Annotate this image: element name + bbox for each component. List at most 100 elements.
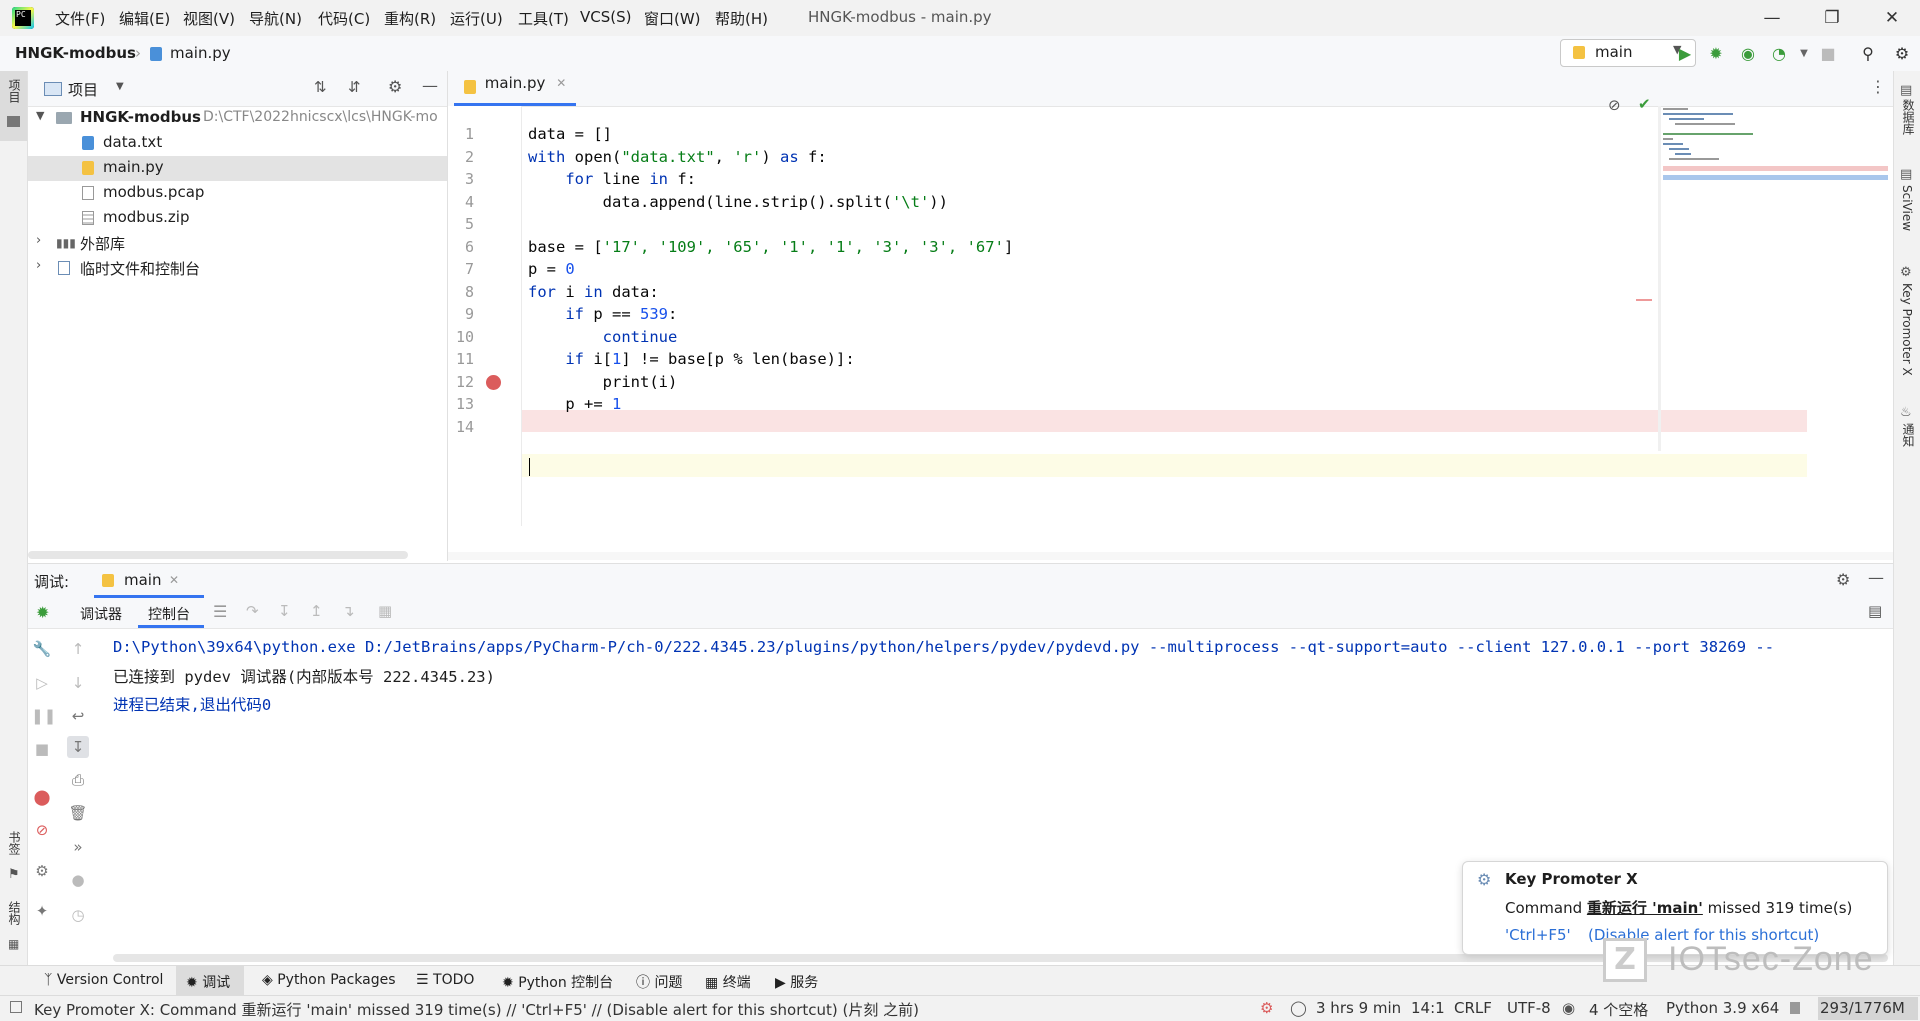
stop-icon[interactable]: ■ <box>31 738 53 760</box>
debug-tab-main[interactable]: main ✕ <box>94 564 204 598</box>
gear-icon[interactable]: ⚙ <box>388 77 402 96</box>
tree-item-external-libraries[interactable]: › ▮▮▮ 外部库 <box>28 231 447 256</box>
scroll-to-end-icon[interactable]: ↧ <box>67 736 89 758</box>
step-out-icon[interactable]: ↥ <box>310 602 323 620</box>
python-console-icon[interactable]: ● <box>67 869 89 891</box>
status-line-separator[interactable]: CRLF <box>1454 999 1492 1017</box>
gear-icon[interactable]: ⚙ <box>31 860 53 882</box>
down-arrow-icon[interactable]: ↓ <box>67 672 89 694</box>
menu-edit[interactable]: 编辑(E) <box>119 8 170 29</box>
expand-all-icon[interactable]: ⇅ <box>314 78 327 96</box>
database-stripe-button[interactable]: 数据库 <box>1900 99 1917 135</box>
code-minimap[interactable] <box>1663 106 1888 226</box>
error-stripe-mark[interactable] <box>1636 299 1652 301</box>
close-tab-icon[interactable]: ✕ <box>169 573 179 587</box>
menu-refactor[interactable]: 重构(R) <box>384 8 436 29</box>
menu-view[interactable]: 视图(V) <box>183 8 235 29</box>
code-line-1[interactable]: data = [] <box>528 125 612 143</box>
check-circle-icon[interactable]: ◯ <box>1290 999 1307 1017</box>
tool-todo[interactable]: ☰ TODO <box>416 972 474 988</box>
menu-help[interactable]: 帮助(H) <box>715 8 768 29</box>
hide-panel-icon[interactable]: — <box>422 76 438 95</box>
step-over-icon[interactable]: ↷ <box>246 602 259 620</box>
code-line-8[interactable]: for i in data: <box>528 283 659 301</box>
status-message[interactable]: Key Promoter X: Command 重新运行 'main' miss… <box>34 999 919 1020</box>
horizontal-scrollbar[interactable] <box>28 551 408 559</box>
print-icon[interactable]: ⎙ <box>67 769 89 791</box>
pin-icon[interactable]: ✦ <box>31 900 53 922</box>
tool-problems[interactable]: ⓘ 问题 <box>636 972 682 992</box>
wrench-icon[interactable]: 🔧 <box>31 638 53 660</box>
menu-tools[interactable]: 工具(T) <box>518 8 569 29</box>
run-to-cursor-icon[interactable]: ↴ <box>342 602 355 620</box>
chevron-down-icon[interactable]: ▼ <box>1794 44 1814 64</box>
coverage-icon[interactable]: ◉ <box>1738 44 1758 64</box>
code-line-10[interactable]: continue <box>528 328 678 346</box>
tool-python-packages[interactable]: ◈ Python Packages <box>262 972 396 988</box>
inspection-ok-icon[interactable]: ✔ <box>1638 95 1651 113</box>
editor-scrollbar[interactable] <box>1658 106 1661 451</box>
status-encoding[interactable]: UTF-8 <box>1507 999 1551 1017</box>
project-stripe-button[interactable]: 项目 <box>0 71 27 141</box>
bookmarks-stripe-button[interactable]: 书签 ⚑ <box>0 831 27 891</box>
menu-code[interactable]: 代码(C) <box>318 8 370 29</box>
tool-version-control[interactable]: ᛉ Version Control <box>44 972 163 988</box>
tree-item-modbus-pcap[interactable]: modbus.pcap <box>28 181 447 206</box>
code-line-4[interactable]: data.append(line.strip().split('\t')) <box>528 193 948 211</box>
breakpoint-icon[interactable] <box>486 375 501 390</box>
tree-item-modbus-zip[interactable]: modbus.zip <box>28 206 447 231</box>
tool-debug[interactable]: ✹ 调试 <box>176 966 244 996</box>
notifications-stripe-button[interactable]: 通知 <box>1900 423 1917 447</box>
status-interpreter[interactable]: Python 3.9 x64 <box>1666 999 1779 1017</box>
hide-panel-icon[interactable]: — <box>1868 568 1884 587</box>
tab-debugger[interactable]: 调试器 <box>80 604 122 624</box>
gear-icon[interactable]: ⚙ <box>1892 44 1912 64</box>
fast-forward-icon[interactable]: » <box>67 836 89 858</box>
tree-item-data-txt[interactable]: data.txt <box>28 131 447 156</box>
chevron-down-icon[interactable]: ▼ <box>116 81 124 92</box>
minimize-icon[interactable]: — <box>1752 4 1792 32</box>
code-line-6[interactable]: base = ['17', '109', '65', '1', '1', '3'… <box>528 238 1013 256</box>
menu-vcs[interactable]: VCS(S) <box>580 8 631 26</box>
code-line-9[interactable]: if p == 539: <box>528 305 677 323</box>
status-toggle-icon[interactable] <box>10 1001 22 1013</box>
breadcrumb-file[interactable]: main.py <box>170 44 231 62</box>
trash-icon[interactable]: 🗑 <box>67 802 89 824</box>
evaluate-icon[interactable]: ▦ <box>378 602 392 620</box>
status-position[interactable]: 14:1 <box>1411 999 1445 1017</box>
close-icon[interactable]: ✕ <box>1872 4 1912 32</box>
list-icon[interactable]: ☰ <box>213 602 227 621</box>
lock-icon[interactable] <box>1790 1002 1800 1014</box>
menu-navigate[interactable]: 导航(N) <box>249 8 302 29</box>
sciview-stripe-button[interactable]: SciView <box>1900 185 1914 231</box>
more-options-icon[interactable]: ⋮ <box>1870 77 1886 96</box>
status-indent[interactable]: 4 个空格 <box>1589 999 1648 1020</box>
eye-icon[interactable]: ◉ <box>1562 999 1575 1017</box>
restore-icon[interactable]: ❐ <box>1812 4 1852 32</box>
reader-mode-icon[interactable]: ⊘ <box>1608 96 1621 114</box>
tab-console[interactable]: 控制台 <box>138 598 204 628</box>
close-tab-icon[interactable]: ✕ <box>556 76 566 90</box>
chevron-down-icon[interactable]: ▼ <box>36 109 44 122</box>
stop-icon[interactable]: ■ <box>1818 44 1838 64</box>
step-into-icon[interactable]: ↧ <box>278 602 291 620</box>
project-panel-title[interactable]: 项目 <box>68 79 98 100</box>
tree-root[interactable]: ▼ HNGK-modbus D:\CTF\2022hnicscx\lcs\HNG… <box>28 106 447 131</box>
soft-wrap-icon[interactable]: ↩ <box>67 705 89 727</box>
profile-icon[interactable]: ◔ <box>1769 44 1789 64</box>
search-icon[interactable]: ⚲ <box>1858 44 1878 64</box>
code-line-2[interactable]: with open("data.txt", 'r') as f: <box>528 148 827 166</box>
chevron-right-icon[interactable]: › <box>36 233 41 248</box>
tab-main-py[interactable]: main.py ✕ <box>454 71 577 106</box>
clock-icon[interactable]: ◷ <box>67 904 89 926</box>
key-promoter-stripe-button[interactable]: Key Promoter X <box>1900 283 1914 376</box>
menu-file[interactable]: 文件(F) <box>55 8 105 29</box>
tool-services[interactable]: ▶ 服务 <box>775 972 818 992</box>
debug-icon[interactable]: ✹ <box>1706 44 1726 64</box>
notification-shortcut-link[interactable]: 'Ctrl+F5' <box>1505 926 1571 944</box>
code-line-13[interactable]: p += 1 <box>528 395 621 413</box>
code-line-12[interactable]: print(i) <box>528 373 678 391</box>
tool-python-console[interactable]: ✹ Python 控制台 <box>502 972 613 992</box>
run-icon[interactable]: ▶ <box>1675 44 1695 64</box>
editor-horizontal-scrollbar[interactable] <box>448 552 1893 560</box>
